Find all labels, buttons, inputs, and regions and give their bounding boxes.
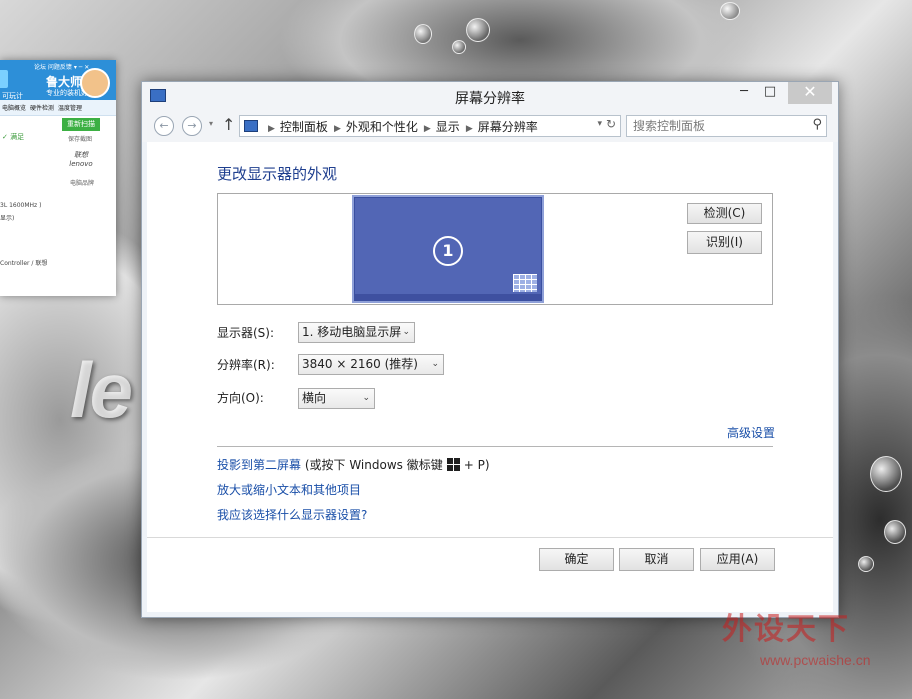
background-brand-text: le (70, 346, 133, 434)
display-select-value: 1. 移动电脑显示屏 (302, 325, 402, 339)
water-drop (452, 40, 466, 54)
resolution-label: 分辨率(R): (217, 358, 275, 372)
ok-button[interactable]: 确定 (539, 548, 614, 571)
screen-resolution-window: 屏幕分辨率 ─ □ ✕ ← → ▾ ↑ ▶ 控制面板 ▶ 外观和个性化 ▶ 显示 ▶ 屏幕分辨… (141, 81, 839, 618)
address-bar[interactable]: ▶ 控制面板 ▶ 外观和个性化 ▶ 显示 ▶ 屏幕分辨率 ▾ ↻ (239, 115, 621, 137)
side-app-top-links[interactable]: 论坛 问题反馈 ▾ ─ ✕ (34, 62, 89, 71)
mascot-avatar-icon (80, 68, 110, 98)
maximize-button[interactable]: □ (758, 82, 782, 104)
side-app-header: 论坛 问题反馈 ▾ ─ ✕ 鲁大师 专业的装机好帮手 可玩计 (0, 60, 116, 100)
watermark-url: www.pcwaishe.cn (760, 652, 871, 668)
display-select[interactable]: 1. 移动电脑显示屏 ⌄ (298, 322, 415, 343)
monitor-thumbnail[interactable]: 1 (354, 197, 542, 301)
info-line: 显示) (0, 215, 15, 222)
resolution-select-value: 3840 × 2160 (推荐) (302, 357, 418, 371)
title-bar[interactable]: 屏幕分辨率 ─ □ ✕ (142, 82, 838, 110)
monitor-number: 1 (433, 236, 463, 266)
chevron-down-icon: ⌄ (431, 359, 439, 369)
breadcrumb-item[interactable]: 屏幕分辨率 (478, 120, 538, 134)
breadcrumb-separator-icon[interactable]: ▶ (466, 124, 473, 134)
info-line: Controller / 联想 (0, 260, 48, 267)
search-icon[interactable]: ⚲ (812, 117, 822, 132)
windows-logo-icon (446, 458, 460, 471)
advanced-settings-link[interactable]: 高级设置 (727, 424, 775, 441)
orientation-select-value: 横向 (302, 391, 327, 405)
project-row: 投影到第二屏幕 (或按下 Windows 徽标键 + P) (217, 456, 490, 473)
identify-button[interactable]: 识别(I) (687, 231, 762, 254)
navigation-bar: ← → ▾ ↑ ▶ 控制面板 ▶ 外观和个性化 ▶ 显示 ▶ 屏幕分辨率 ▾ ↻ ⚲ (142, 110, 838, 142)
orientation-label: 方向(O): (217, 391, 264, 405)
text-size-link[interactable]: 放大或缩小文本和其他项目 (217, 481, 361, 498)
brand-caption: 电脑品牌 (70, 180, 95, 187)
breadcrumb-separator-icon[interactable]: ▶ (424, 124, 431, 134)
breadcrumb-item[interactable]: 外观和个性化 (346, 120, 418, 134)
which-settings-link[interactable]: 我应该选择什么显示器设置? (217, 506, 367, 523)
search-input[interactable] (631, 118, 805, 134)
lenovo-logo: 联想 lenovo (69, 151, 93, 168)
content-pane: 更改显示器的外观 1 检测(C) 识别(I) 显示器(S): 1. 移动电脑显示… (147, 142, 833, 612)
side-app-tab[interactable]: 硬件检测 (30, 103, 54, 112)
start-tiles-icon (513, 274, 537, 292)
water-drop (884, 520, 906, 544)
water-drop (858, 556, 874, 572)
info-line: 3L 1600MHz ) (0, 202, 42, 209)
project-hint-text: (或按下 Windows 徽标键 (301, 458, 443, 472)
breadcrumb-item[interactable]: 显示 (436, 120, 460, 134)
orientation-select[interactable]: 横向 ⌄ (298, 388, 375, 409)
recent-locations-dropdown[interactable]: ▾ (209, 119, 213, 128)
cancel-button[interactable]: 取消 (619, 548, 694, 571)
breadcrumb-separator-icon: ▶ (268, 124, 275, 134)
refresh-icon[interactable]: ↻ (606, 117, 616, 131)
side-app-tabs: 电脑概览 硬件检测 温度管理 (0, 100, 116, 116)
breadcrumb-item[interactable]: 控制面板 (280, 120, 328, 134)
minimize-button[interactable]: ─ (732, 82, 756, 104)
address-dropdown-icon[interactable]: ▾ (597, 119, 602, 129)
display-preview: 1 检测(C) 识别(I) (217, 193, 773, 305)
water-drop (466, 18, 490, 42)
back-button[interactable]: ← (154, 116, 174, 136)
control-panel-icon (244, 120, 258, 132)
water-drop (414, 24, 432, 44)
phone-icon (0, 70, 8, 88)
apply-button[interactable]: 应用(A) (700, 548, 775, 571)
display-label: 显示器(S): (217, 326, 275, 340)
search-box[interactable]: ⚲ (626, 115, 827, 137)
project-hint-suffix: + P) (463, 458, 490, 472)
project-second-screen-link[interactable]: 投影到第二屏幕 (217, 458, 301, 472)
side-app-left-label: 可玩计 (2, 92, 23, 100)
page-title: 更改显示器的外观 (217, 165, 338, 183)
rescan-button[interactable]: 重新扫描 (62, 118, 100, 131)
watermark-logo: 外设天下 (722, 612, 850, 647)
side-app-window[interactable]: 论坛 问题反馈 ▾ ─ ✕ 鲁大师 专业的装机好帮手 可玩计 电脑概览 硬件检测… (0, 60, 116, 296)
resolution-select[interactable]: 3840 × 2160 (推荐) ⌄ (298, 354, 444, 375)
detect-button[interactable]: 检测(C) (687, 203, 762, 224)
footer-divider (147, 537, 833, 538)
breadcrumb-separator-icon[interactable]: ▶ (334, 124, 341, 134)
up-button[interactable]: ↑ (222, 115, 235, 134)
side-app-tab[interactable]: 电脑概览 (2, 103, 26, 112)
chevron-down-icon: ⌄ (402, 327, 410, 337)
status-check: ✓ 满足 (2, 133, 25, 141)
water-drop (870, 456, 902, 492)
close-button[interactable]: ✕ (788, 82, 832, 104)
water-drop (720, 2, 740, 20)
save-screenshot-link[interactable]: 保存截图 (68, 134, 92, 143)
divider (217, 446, 773, 447)
monitor-taskbar (355, 294, 541, 300)
forward-button[interactable]: → (182, 116, 202, 136)
breadcrumb: ▶ 控制面板 ▶ 外观和个性化 ▶ 显示 ▶ 屏幕分辨率 (262, 118, 538, 135)
side-app-tab[interactable]: 温度管理 (58, 103, 82, 112)
chevron-down-icon: ⌄ (362, 393, 370, 403)
